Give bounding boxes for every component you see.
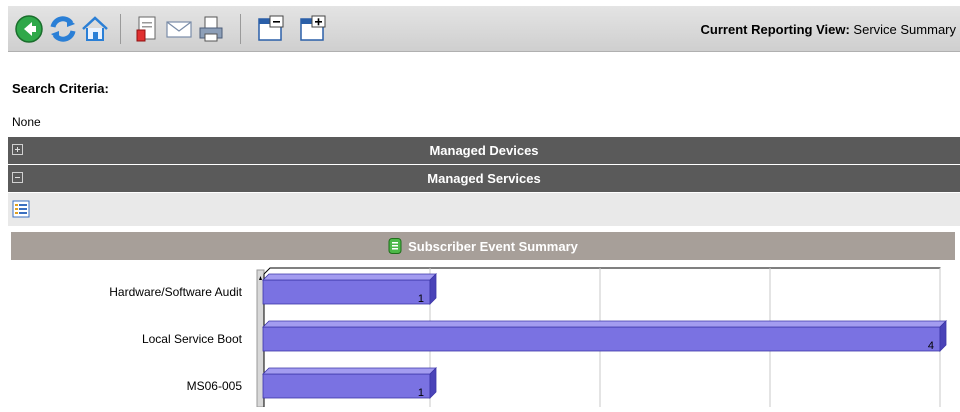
managed-devices-header[interactable]: Managed Devices: [8, 137, 960, 164]
bar-value-label: 1: [418, 387, 424, 399]
collapse-panel-icon[interactable]: [256, 14, 286, 44]
managed-services-label: Managed Services: [427, 171, 541, 186]
expand-panel-icon[interactable]: [298, 14, 328, 44]
bar-value-label: 4: [928, 340, 934, 352]
chart-svg: 1 Hardware/Software Audit 4 Local Service B…: [109, 267, 947, 408]
bar-top: [262, 273, 437, 281]
export-pdf-icon[interactable]: [132, 14, 162, 44]
search-criteria-title: Search Criteria:: [12, 81, 109, 96]
view-label-value: Service Summary: [853, 22, 956, 37]
home-icon[interactable]: [80, 14, 110, 44]
bar: [262, 279, 431, 305]
toolbar-separator: [120, 14, 121, 44]
bar: [262, 373, 431, 399]
bar-top: [262, 320, 947, 328]
summary-report-icon: [388, 238, 402, 254]
subscriber-event-chart: 1 Hardware/Software Audit 4 Local Service B…: [0, 266, 960, 408]
refresh-icon[interactable]: [48, 14, 78, 44]
current-reporting-view: Current Reporting View: Service Summary: [701, 22, 956, 37]
print-icon[interactable]: [196, 14, 226, 44]
search-criteria-value: None: [12, 115, 41, 129]
category-label: Local Service Boot: [142, 332, 243, 346]
managed-devices-label: Managed Devices: [429, 143, 539, 158]
email-icon[interactable]: [164, 14, 194, 44]
bar: [262, 326, 941, 352]
services-toolbar: [8, 193, 960, 226]
subscriber-event-summary-header: Subscriber Event Summary: [11, 232, 955, 260]
view-label-prefix: Current Reporting View:: [700, 22, 850, 37]
bar-top: [262, 367, 437, 375]
summary-title: Subscriber Event Summary: [408, 239, 578, 254]
report-list-icon[interactable]: [12, 200, 30, 218]
category-label: Hardware/Software Audit: [109, 285, 242, 299]
managed-services-header[interactable]: Managed Services: [8, 165, 960, 192]
bar-value-label: 1: [418, 293, 424, 305]
toolbar-separator: [240, 14, 241, 44]
back-icon[interactable]: [14, 14, 44, 44]
category-label: MS06-005: [187, 379, 243, 393]
toolbar: Current Reporting View: Service Summary: [8, 6, 960, 52]
